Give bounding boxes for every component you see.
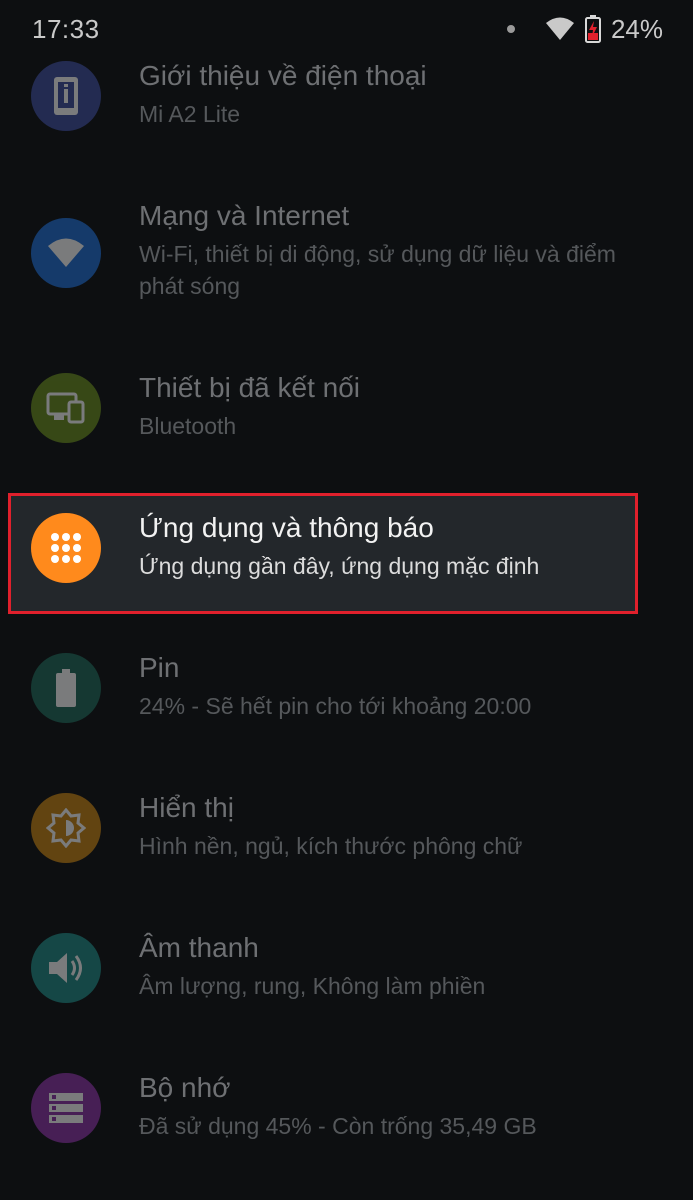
setting-subtitle: 24% - Sẽ hết pin cho tới khoảng 20:00	[139, 693, 532, 719]
setting-subtitle: Bluetooth	[139, 413, 237, 439]
storage-icon	[31, 1073, 101, 1143]
brightness-icon	[31, 793, 101, 863]
wifi-status-icon	[545, 17, 575, 41]
setting-title: Bộ nhớ	[139, 1072, 231, 1103]
setting-subtitle: Wi-Fi, thiết bị di động, sử dụng dữ liệu…	[139, 241, 616, 299]
setting-item-sound[interactable]: Âm thanh Âm lượng, rung, Không làm phiền	[0, 930, 693, 1010]
settings-list: Giới thiệu về điện thoại Mi A2 Lite Mạng…	[0, 0, 693, 1200]
volume-icon	[31, 933, 101, 1003]
battery-percent: 24%	[610, 13, 663, 44]
phone-info-icon	[31, 61, 101, 131]
battery-icon	[31, 653, 101, 723]
setting-title: Hiển thị	[139, 792, 234, 823]
setting-title: Thiết bị đã kết nối	[139, 372, 361, 403]
setting-item-display[interactable]: Hiển thị Hình nền, ngủ, kích thước phông…	[0, 790, 693, 870]
setting-item-battery[interactable]: Pin 24% - Sẽ hết pin cho tới khoảng 20:0…	[0, 650, 693, 730]
setting-subtitle: Ứng dụng gần đây, ứng dụng mặc định	[139, 553, 540, 579]
apps-grid-icon	[31, 513, 101, 583]
setting-title: Mạng và Internet	[139, 200, 350, 231]
setting-subtitle: Âm lượng, rung, Không làm phiền	[139, 973, 486, 999]
status-icons: 24%	[506, 12, 663, 46]
setting-item-about-phone[interactable]: Giới thiệu về điện thoại Mi A2 Lite	[0, 58, 693, 138]
setting-item-apps-notifications[interactable]: Ứng dụng và thông báo Ứng dụng gần đây, …	[0, 510, 693, 590]
wifi-icon	[31, 218, 101, 288]
status-bar: 17:33 24%	[0, 0, 693, 58]
setting-item-storage[interactable]: Bộ nhớ Đã sử dụng 45% - Còn trống 35,49 …	[0, 1070, 693, 1150]
setting-subtitle: Hình nền, ngủ, kích thước phông chữ	[139, 833, 523, 859]
setting-title: Giới thiệu về điện thoại	[139, 60, 427, 91]
setting-title: Pin	[139, 652, 180, 683]
connected-devices-icon	[31, 373, 101, 443]
setting-item-connected-devices[interactable]: Thiết bị đã kết nối Bluetooth	[0, 370, 693, 450]
battery-charging-icon	[584, 15, 601, 43]
setting-title: Âm thanh	[139, 932, 259, 963]
setting-subtitle: Đã sử dụng 45% - Còn trống 35,49 GB	[139, 1113, 537, 1139]
setting-item-network[interactable]: Mạng và Internet Wi-Fi, thiết bị di động…	[0, 198, 693, 308]
notification-dot-icon	[506, 25, 515, 33]
setting-title: Ứng dụng và thông báo	[139, 512, 434, 543]
status-time: 17:33	[32, 14, 100, 44]
setting-subtitle: Mi A2 Lite	[139, 101, 240, 127]
